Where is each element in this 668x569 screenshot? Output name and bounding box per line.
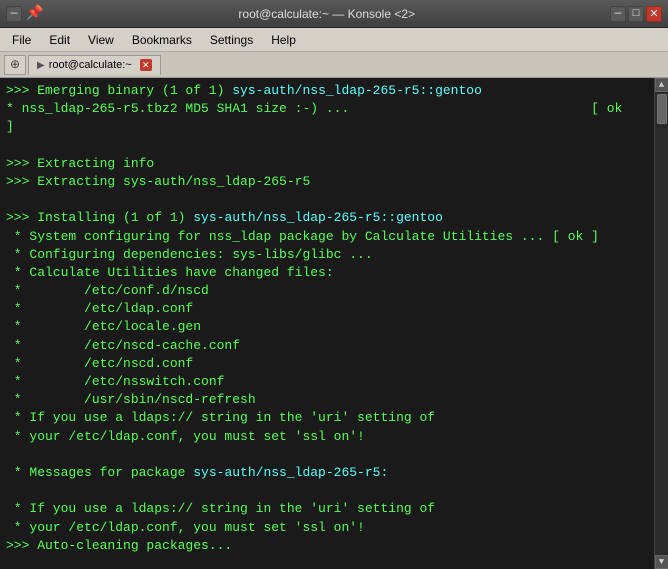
terminal-line	[6, 137, 648, 155]
terminal-line: >>> Extracting info	[6, 155, 648, 173]
terminal-line: >>> Auto-cleaning packages...	[6, 537, 648, 555]
terminal-content[interactable]: >>> Emerging binary (1 of 1) sys-auth/ns…	[0, 78, 654, 569]
window-title: root@calculate:~ — Konsole <2>	[43, 7, 610, 21]
terminal-line: * /etc/ldap.conf	[6, 300, 648, 318]
terminal-tab-icon: ▶	[37, 60, 45, 71]
minimize-button-right[interactable]: —	[610, 6, 626, 22]
scroll-down-button[interactable]: ▼	[655, 555, 668, 569]
scrollbar[interactable]: ▲ ▼	[654, 78, 668, 569]
tab-bar: ⊕ ▶ root@calculate:~ ✕	[0, 52, 668, 78]
menu-edit[interactable]: Edit	[41, 31, 78, 49]
terminal-line: ]	[6, 118, 648, 136]
scroll-thumb[interactable]	[657, 94, 667, 124]
scroll-up-button[interactable]: ▲	[655, 78, 668, 92]
terminal-line	[6, 446, 648, 464]
terminal-line: * Configuring dependencies: sys-libs/gli…	[6, 246, 648, 264]
terminal-line: * /etc/nsswitch.conf	[6, 373, 648, 391]
terminal-line: * /etc/nscd.conf	[6, 355, 648, 373]
maximize-button[interactable]: □	[628, 6, 644, 22]
menu-help[interactable]: Help	[263, 31, 304, 49]
title-bar: — 📌 root@calculate:~ — Konsole <2> — □ ✕	[0, 0, 668, 28]
terminal-line: * /etc/locale.gen	[6, 318, 648, 336]
menu-file[interactable]: File	[4, 31, 39, 49]
terminal-line: * If you use a ldaps:// string in the 'u…	[6, 500, 648, 518]
pin-icon[interactable]: 📌	[26, 5, 43, 22]
minimize-button[interactable]: —	[6, 6, 22, 22]
tab-terminal[interactable]: ▶ root@calculate:~ ✕	[28, 55, 161, 75]
terminal-line: * If you use a ldaps:// string in the 'u…	[6, 409, 648, 427]
terminal-line: >>> Installing (1 of 1) sys-auth/nss_lda…	[6, 209, 648, 227]
terminal-line: * your /etc/ldap.conf, you must set 'ssl…	[6, 428, 648, 446]
close-button[interactable]: ✕	[646, 6, 662, 22]
terminal-wrapper: >>> Emerging binary (1 of 1) sys-auth/ns…	[0, 78, 668, 569]
terminal-line: * /etc/conf.d/nscd	[6, 282, 648, 300]
menu-bookmarks[interactable]: Bookmarks	[124, 31, 200, 49]
terminal-line	[6, 191, 648, 209]
terminal-line: >>> Emerging binary (1 of 1) sys-auth/ns…	[6, 82, 648, 100]
terminal-line: * nss_ldap-265-r5.tbz2 MD5 SHA1 size :-)…	[6, 100, 648, 118]
title-bar-left: — 📌	[6, 5, 43, 22]
terminal-line	[6, 555, 648, 569]
terminal-line: * your /etc/ldap.conf, you must set 'ssl…	[6, 519, 648, 537]
terminal-line: * Messages for package sys-auth/nss_ldap…	[6, 464, 648, 482]
terminal-line: * /etc/nscd-cache.conf	[6, 337, 648, 355]
terminal-line: * System configuring for nss_ldap packag…	[6, 228, 648, 246]
menu-settings[interactable]: Settings	[202, 31, 261, 49]
terminal-line: * Calculate Utilities have changed files…	[6, 264, 648, 282]
terminal-line: * /usr/sbin/nscd-refresh	[6, 391, 648, 409]
tab-close-button[interactable]: ✕	[140, 59, 152, 71]
tab-label: root@calculate:~	[49, 59, 132, 71]
new-tab-button[interactable]: ⊕	[4, 55, 26, 75]
terminal-line	[6, 482, 648, 500]
menu-view[interactable]: View	[80, 31, 122, 49]
window-controls: — □ ✕	[610, 6, 662, 22]
menu-bar: File Edit View Bookmarks Settings Help	[0, 28, 668, 52]
terminal-line: >>> Extracting sys-auth/nss_ldap-265-r5	[6, 173, 648, 191]
scroll-track[interactable]	[655, 92, 668, 555]
